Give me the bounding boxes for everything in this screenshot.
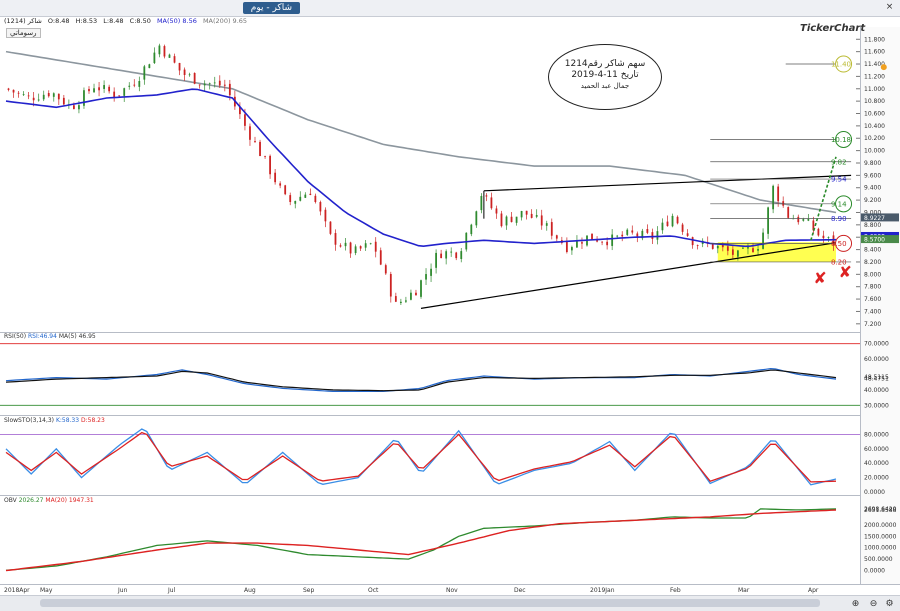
window-titlebar: شاكر - يوم × — [0, 0, 900, 17]
brand-logo: TickerChart — [800, 23, 866, 34]
annotation-line-1: سهم شاكر رقم1214 — [564, 59, 646, 69]
horizontal-scrollbar[interactable]: ⊕ ⊖ ⚙ — [0, 595, 900, 611]
high-value: H:8.53 — [75, 17, 98, 25]
annotation-bubble: سهم شاكر رقم1214 تاريخ 11-4-2019 جمال عب… — [548, 44, 662, 110]
symbol-label: شاكر (1214) — [4, 17, 42, 25]
open-value: O:8.48 — [47, 17, 70, 25]
low-value: L:8.48 — [103, 17, 124, 25]
stoch-label: SlowSTO(3,14,3) K:58.33 D:58.23 — [4, 417, 105, 424]
rsi-panel: RSI(50) RSI:46.94 MA(5) 46.95 — [0, 332, 860, 416]
obv-panel: OBV 2026.27 MA(20) 1947.31 — [0, 495, 860, 585]
price-scale[interactable] — [860, 27, 900, 584]
obv-label: OBV 2026.27 MA(20) 1947.31 — [4, 497, 94, 504]
scroll-thumb[interactable] — [40, 599, 820, 607]
x-axis — [0, 584, 900, 595]
settings-icon[interactable]: ⚙ — [883, 598, 896, 611]
chart-tab-title[interactable]: شاكر - يوم — [242, 2, 300, 14]
stoch-panel: SlowSTO(3,14,3) K:58.33 D:58.23 — [0, 415, 860, 496]
ma50-value: MA(50) 8.56 — [156, 17, 197, 25]
quote-bar: شاكر (1214) O:8.48 H:8.53 L:8.48 C:8.50 … — [0, 16, 860, 27]
zoom-out-icon[interactable]: ⊖ — [867, 598, 880, 611]
ma200-value: MA(200) 9.65 — [202, 17, 248, 25]
close-icon[interactable]: × — [883, 1, 896, 14]
price-panel — [0, 27, 860, 333]
zoom-in-icon[interactable]: ⊕ — [849, 598, 862, 611]
annotation-line-2: تاريخ 11-4-2019 — [571, 70, 639, 80]
rsi-label: RSI(50) RSI:46.94 MA(5) 46.95 — [4, 333, 96, 340]
close-value: C:8.50 — [129, 17, 151, 25]
annotation-line-3: جمال عبد الحميد — [580, 82, 630, 90]
